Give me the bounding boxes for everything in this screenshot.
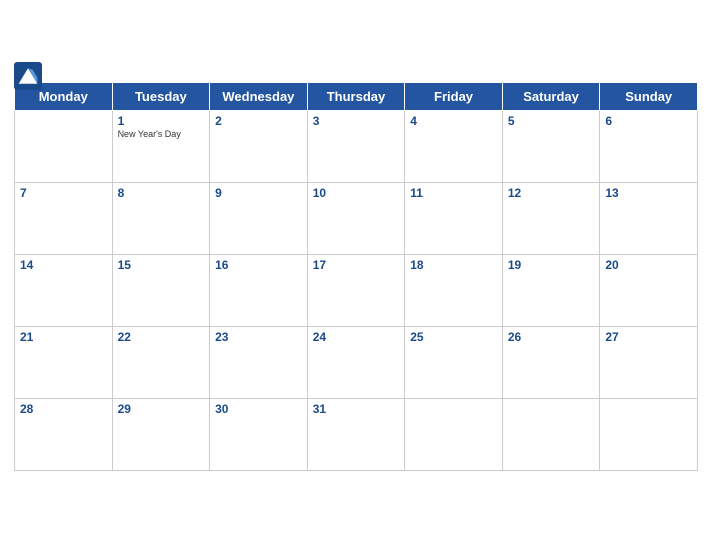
day-number: 14: [20, 258, 107, 272]
day-number: 31: [313, 402, 400, 416]
col-header-thursday: Thursday: [307, 82, 405, 110]
day-number: 21: [20, 330, 107, 344]
day-number: 13: [605, 186, 692, 200]
calendar-cell: 9: [210, 182, 308, 254]
day-number: 5: [508, 114, 595, 128]
calendar-cell: 5: [502, 110, 600, 182]
calendar-cell: 22: [112, 326, 210, 398]
calendar-cell: 26: [502, 326, 600, 398]
day-number: 6: [605, 114, 692, 128]
day-number: 8: [118, 186, 205, 200]
calendar-cell: 21: [15, 326, 113, 398]
day-number: 16: [215, 258, 302, 272]
calendar-cell: 19: [502, 254, 600, 326]
calendar-cell: 31: [307, 398, 405, 470]
calendar-cell: 15: [112, 254, 210, 326]
week-row-1: 1New Year's Day 23456: [15, 110, 698, 182]
day-number: 29: [118, 402, 205, 416]
day-number: 30: [215, 402, 302, 416]
day-number: 18: [410, 258, 497, 272]
day-number: 7: [20, 186, 107, 200]
day-number: 26: [508, 330, 595, 344]
calendar-cell: [600, 398, 698, 470]
day-number: 11: [410, 186, 497, 200]
calendar-cell: 3: [307, 110, 405, 182]
calendar-wrapper: MondayTuesdayWednesdayThursdayFridaySatu…: [0, 66, 712, 485]
calendar-cell: 29: [112, 398, 210, 470]
day-number: 9: [215, 186, 302, 200]
calendar-cell: [405, 398, 503, 470]
day-number: 10: [313, 186, 400, 200]
calendar-cell: 6: [600, 110, 698, 182]
day-number: 2: [215, 114, 302, 128]
calendar-cell: 2: [210, 110, 308, 182]
col-header-wednesday: Wednesday: [210, 82, 308, 110]
calendar-cell: 8: [112, 182, 210, 254]
calendar-cell: 14: [15, 254, 113, 326]
calendar-cell: 13: [600, 182, 698, 254]
col-header-saturday: Saturday: [502, 82, 600, 110]
calendar-cell: [15, 110, 113, 182]
week-row-3: 14 15 16 17 18 19 20: [15, 254, 698, 326]
day-number: 24: [313, 330, 400, 344]
day-number: 12: [508, 186, 595, 200]
col-header-tuesday: Tuesday: [112, 82, 210, 110]
calendar-cell: 24: [307, 326, 405, 398]
day-number: 23: [215, 330, 302, 344]
calendar-cell: 1New Year's Day: [112, 110, 210, 182]
day-number: 1: [118, 114, 205, 128]
calendar-cell: 27: [600, 326, 698, 398]
calendar-cell: 30: [210, 398, 308, 470]
calendar-cell: 16: [210, 254, 308, 326]
day-number: 28: [20, 402, 107, 416]
calendar-cell: 25: [405, 326, 503, 398]
day-number: 27: [605, 330, 692, 344]
day-headers-row: MondayTuesdayWednesdayThursdayFridaySatu…: [15, 82, 698, 110]
calendar-cell: 23: [210, 326, 308, 398]
day-number: 4: [410, 114, 497, 128]
day-number: 20: [605, 258, 692, 272]
brand: [14, 62, 44, 90]
calendar-cell: [502, 398, 600, 470]
day-number: 22: [118, 330, 205, 344]
calendar-cell: 18: [405, 254, 503, 326]
day-number: 25: [410, 330, 497, 344]
calendar-table: MondayTuesdayWednesdayThursdayFridaySatu…: [14, 82, 698, 471]
day-number: 15: [118, 258, 205, 272]
week-row-5: 28 29 30 31: [15, 398, 698, 470]
calendar-cell: 11: [405, 182, 503, 254]
col-header-friday: Friday: [405, 82, 503, 110]
calendar-cell: 28: [15, 398, 113, 470]
day-number: 17: [313, 258, 400, 272]
day-number: 3: [313, 114, 400, 128]
day-number: 19: [508, 258, 595, 272]
calendar-cell: 10: [307, 182, 405, 254]
calendar-cell: 4: [405, 110, 503, 182]
calendar-cell: 20: [600, 254, 698, 326]
calendar-cell: 12: [502, 182, 600, 254]
week-row-2: 789 10 11 12 13: [15, 182, 698, 254]
calendar-cell: 7: [15, 182, 113, 254]
week-row-4: 21 22 23 24 25 26 27: [15, 326, 698, 398]
holiday-label: New Year's Day: [118, 129, 205, 140]
calendar-cell: 17: [307, 254, 405, 326]
col-header-sunday: Sunday: [600, 82, 698, 110]
brand-logo-icon: [14, 62, 42, 90]
